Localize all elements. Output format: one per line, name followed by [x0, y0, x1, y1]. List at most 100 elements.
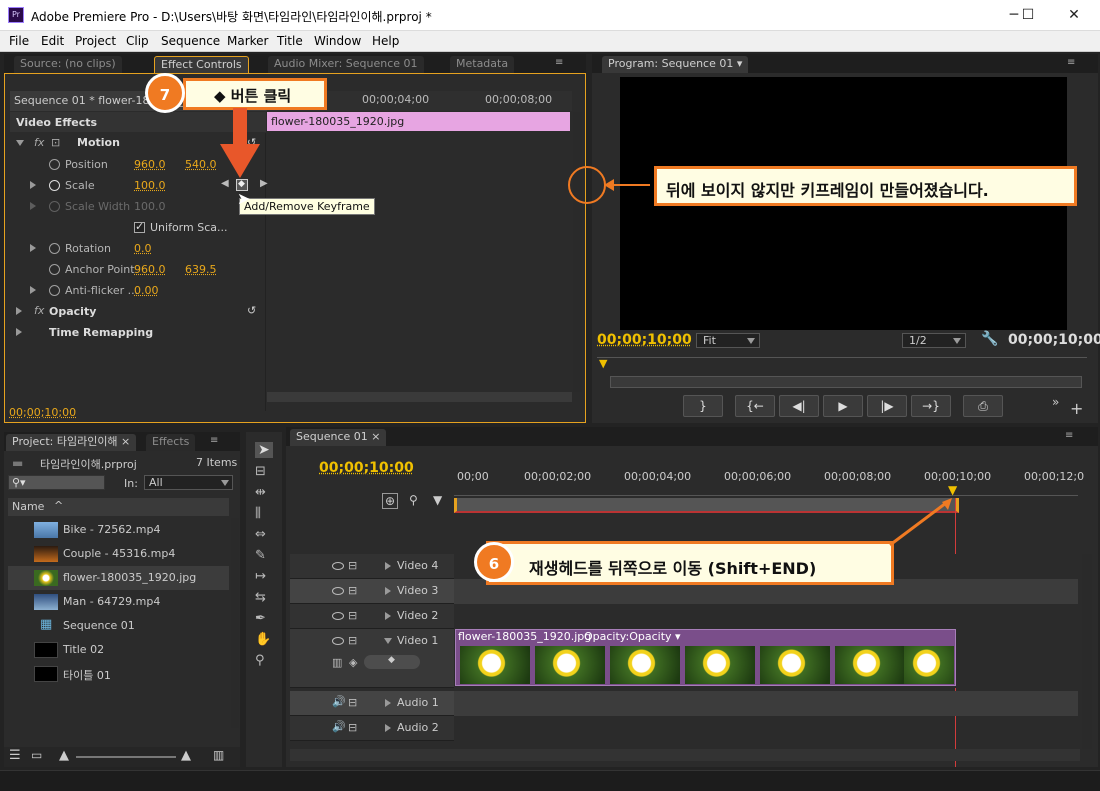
timeline-current-time[interactable]: 00;00;10:00	[319, 460, 414, 476]
keyframe-navigator[interactable]: ◆	[364, 655, 420, 669]
expand-icon[interactable]	[385, 562, 391, 570]
expand-icon[interactable]	[16, 328, 22, 336]
effect-row-time-remapping[interactable]: Time Remapping	[10, 322, 266, 343]
menu-sequence[interactable]: Sequence	[161, 34, 220, 48]
tab-metadata[interactable]: Metadata	[450, 56, 515, 73]
eye-icon[interactable]	[332, 637, 344, 645]
step-forward-button[interactable]: |▶	[867, 395, 907, 417]
menu-marker[interactable]: Marker	[227, 34, 268, 48]
effect-row-scale[interactable]: Scale 100.0 ◀ ◆ ▶	[10, 175, 268, 196]
track-header-audio-2[interactable]: 🔊 ⊟ Audio 2	[290, 716, 454, 741]
tab-effect-controls[interactable]: Effect Controls	[154, 56, 249, 73]
ec-horizontal-scrollbar[interactable]	[267, 392, 572, 402]
pen-tool-icon[interactable]: ✒	[255, 611, 266, 626]
tab-source[interactable]: Source: (no clips)	[14, 56, 122, 73]
zoom-slider[interactable]	[76, 756, 176, 758]
program-time-ruler[interactable]	[597, 357, 1087, 368]
display-style-icon[interactable]: ▥	[332, 656, 342, 669]
effect-row-uniform-scale[interactable]: ✓ Uniform Sca...	[10, 217, 266, 238]
slide-tool-icon[interactable]: ⇆	[255, 590, 266, 605]
keyframe-toggle-icon[interactable]: ◈	[349, 656, 357, 669]
list-item[interactable]: Bike - 72562.mp4	[8, 518, 229, 542]
prev-keyframe-icon[interactable]: ◀	[221, 178, 229, 189]
go-to-out-button[interactable]: →}	[911, 395, 951, 417]
program-current-time[interactable]: 00;00;10;00	[597, 332, 692, 348]
ec-current-time[interactable]: 00;00;10;00	[9, 406, 76, 419]
next-keyframe-icon[interactable]: ▶	[260, 178, 268, 189]
new-bin-icon[interactable]: ▥	[213, 748, 224, 762]
program-zoom-scrollbar[interactable]	[610, 376, 1082, 388]
track-header-audio-1[interactable]: 🔊 ⊟ Audio 1	[290, 691, 454, 716]
lock-icon[interactable]: ⊟	[348, 559, 357, 572]
expand-icon[interactable]	[16, 307, 22, 315]
play-button[interactable]: ▶	[823, 395, 863, 417]
rotation-value[interactable]: 0.0	[134, 242, 152, 255]
menu-window[interactable]: Window	[314, 34, 361, 48]
expand-icon[interactable]	[385, 699, 391, 707]
clip-effect-dropdown[interactable]: Opacity:Opacity ▾	[584, 630, 681, 643]
reset-icon[interactable]: ↺	[247, 304, 256, 317]
go-to-in-button[interactable]: {←	[735, 395, 775, 417]
list-item[interactable]: 타이틀 01	[8, 662, 229, 686]
list-item[interactable]: Title 02	[8, 638, 229, 662]
lock-icon[interactable]: ⊟	[348, 721, 357, 734]
project-vertical-scrollbar[interactable]	[231, 518, 239, 728]
slip-tool-icon[interactable]: ↦	[255, 569, 266, 584]
menu-clip[interactable]: Clip	[126, 34, 149, 48]
add-button-icon[interactable]: +	[1070, 399, 1083, 418]
selection-tool-icon[interactable]: ➤	[255, 442, 273, 458]
zoom-in-icon[interactable]: ▲	[181, 748, 191, 763]
effect-row-anti-flicker[interactable]: Anti-flicker ... 0.00	[10, 280, 266, 301]
menu-help[interactable]: Help	[372, 34, 399, 48]
list-view-icon[interactable]: ☰	[9, 748, 21, 763]
list-item[interactable]: flower-180035_1920.jpg	[8, 566, 229, 590]
speaker-icon[interactable]: 🔊	[332, 720, 346, 733]
stopwatch-icon[interactable]	[49, 285, 60, 296]
tab-effects[interactable]: Effects	[146, 434, 196, 451]
ec-vertical-scrollbar[interactable]	[573, 112, 582, 392]
anchor-x-value[interactable]: 960.0	[134, 263, 166, 276]
eye-icon[interactable]	[332, 562, 344, 570]
expand-icon[interactable]	[385, 612, 391, 620]
position-x-value[interactable]: 960.0	[134, 158, 166, 171]
track-header-video-4[interactable]: ⊟ Video 4	[290, 554, 454, 579]
stopwatch-icon[interactable]	[49, 243, 60, 254]
zoom-tool-icon[interactable]: ⚲	[255, 653, 265, 668]
program-playhead-icon[interactable]: ▼	[599, 357, 607, 370]
stopwatch-icon[interactable]	[49, 264, 60, 275]
list-item[interactable]: ▦ Sequence 01	[8, 614, 229, 638]
rolling-edit-tool-icon[interactable]: ⫼	[255, 506, 261, 521]
lock-icon[interactable]: ⊟	[348, 696, 357, 709]
expand-icon[interactable]	[385, 587, 391, 595]
panel-menu-icon[interactable]: ≡	[555, 57, 563, 68]
stopwatch-icon[interactable]	[49, 180, 60, 191]
panel-menu-icon[interactable]: ≡	[1067, 57, 1075, 68]
zoom-out-icon[interactable]: ▲	[59, 748, 69, 763]
menu-file[interactable]: File	[9, 34, 29, 48]
more-buttons-icon[interactable]: »	[1052, 395, 1059, 409]
tab-project[interactable]: Project: 타임라인이해 ×	[6, 434, 137, 451]
rate-stretch-tool-icon[interactable]: ⇔	[255, 527, 266, 542]
fit-dropdown[interactable]: Fit	[696, 333, 760, 348]
flower-clip[interactable]: flower-180035_1920.jpg Opacity:Opacity ▾	[455, 629, 956, 686]
project-column-header[interactable]: Name ^	[8, 498, 229, 516]
marker-icon[interactable]: ⚲	[409, 493, 418, 507]
menu-title[interactable]: Title	[277, 34, 303, 48]
timeline-ruler[interactable]: 00;00 00;00;02;00 00;00;04;00 00;00;06;0…	[454, 468, 1084, 496]
anchor-y-value[interactable]: 639.5	[185, 263, 217, 276]
step-back-button[interactable]: ◀|	[779, 395, 819, 417]
ec-clip-bar[interactable]: flower-180035_1920.jpg	[267, 112, 570, 131]
timeline-horizontal-scrollbar[interactable]	[290, 749, 1080, 761]
anti-flicker-value[interactable]: 0.00	[134, 284, 159, 297]
add-marker-icon[interactable]: ▼	[433, 493, 442, 507]
effect-row-opacity[interactable]: fx Opacity ↺	[10, 301, 266, 322]
expand-icon[interactable]	[30, 286, 36, 294]
effect-row-rotation[interactable]: Rotation 0.0	[10, 238, 266, 259]
resolution-dropdown[interactable]: 1/2	[902, 333, 966, 348]
lock-icon[interactable]: ⊟	[348, 609, 357, 622]
maximize-button[interactable]: ☐	[1010, 3, 1046, 27]
scale-value[interactable]: 100.0	[134, 179, 166, 192]
project-search-input[interactable]: ⚲▾	[8, 475, 105, 490]
effect-row-anchor-point[interactable]: Anchor Point 960.0 639.5	[10, 259, 266, 280]
expand-icon[interactable]	[30, 244, 36, 252]
